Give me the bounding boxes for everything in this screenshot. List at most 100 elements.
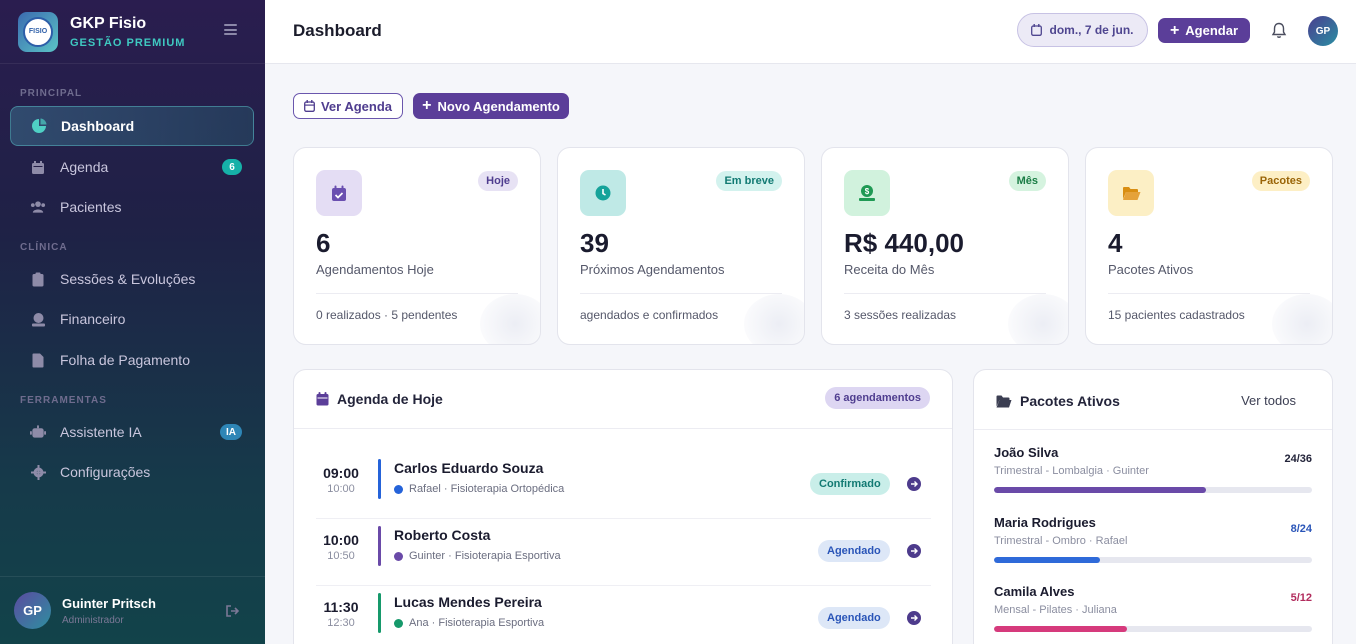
new-appointment-button[interactable]: + Novo Agendamento xyxy=(413,93,569,119)
plus-icon: + xyxy=(1169,21,1180,39)
money-icon: $ xyxy=(844,170,890,216)
view-all-link[interactable]: Ver todos xyxy=(1241,393,1296,408)
sidebar-item-configuracoes[interactable]: Configurações xyxy=(0,452,265,492)
package-item[interactable]: Camila Alves Mensal - Pilates · Juliana … xyxy=(994,584,1312,632)
patient-name: Lucas Mendes Pereira xyxy=(394,594,542,610)
package-sessions-count: 8/24 xyxy=(1290,523,1312,535)
appointment-therapist: Guinter · Fisioterapia Esportiva xyxy=(409,550,561,562)
status-badge: Agendado xyxy=(818,607,890,629)
appointment-therapist: Rafael · Fisioterapia Ortopédica xyxy=(409,483,565,495)
date-selector[interactable]: dom., 7 de jun. xyxy=(1017,13,1148,47)
clipboard-icon xyxy=(30,271,46,287)
sidebar-item-assistente-ia[interactable]: Assistente IA IA xyxy=(0,412,265,452)
package-sessions-count: 24/36 xyxy=(1284,453,1312,465)
brand-subtitle: GESTÃO PREMIUM xyxy=(70,36,186,49)
agendar-label: Agendar xyxy=(1185,23,1239,38)
menu-toggle-icon[interactable] xyxy=(224,24,237,35)
sidebar-item-sessoes[interactable]: Sessões & Evoluções xyxy=(0,259,265,299)
chart-pie-icon xyxy=(31,118,47,134)
sidebar-item-financeiro[interactable]: Financeiro xyxy=(0,299,265,339)
sidebar-item-label: Assistente IA xyxy=(60,424,142,440)
section-label-clinica: CLÍNICA xyxy=(20,242,68,253)
money-bill-icon xyxy=(30,311,46,327)
stat-card-packages[interactable]: Pacotes 4 Pacotes Ativos 15 pacientes ca… xyxy=(1085,147,1333,345)
appointments-count-badge: 6 agendamentos xyxy=(825,387,930,409)
users-icon xyxy=(30,199,46,215)
stat-value: R$ 440,00 xyxy=(844,228,964,258)
arrow-right-icon[interactable] xyxy=(907,611,921,625)
header-avatar[interactable]: GP xyxy=(1308,16,1338,46)
package-patient: Maria Rodrigues xyxy=(994,515,1096,530)
status-badge: Agendado xyxy=(818,540,890,562)
view-schedule-label: Ver Agenda xyxy=(320,98,393,114)
sidebar-item-label: Sessões & Evoluções xyxy=(60,271,196,287)
appointment-row[interactable]: 11:30 12:30 Lucas Mendes Pereira Ana · F… xyxy=(316,586,931,644)
clock-icon xyxy=(580,170,626,216)
panel-title: Agenda de Hoje xyxy=(316,391,443,407)
user-name: Guinter Pritsch xyxy=(62,595,156,611)
stat-chip: Pacotes xyxy=(1251,171,1310,191)
agenda-today-panel: Agenda de Hoje 6 agendamentos 09:00 10:0… xyxy=(293,369,953,644)
robot-icon xyxy=(30,424,46,440)
sidebar-item-folha[interactable]: Folha de Pagamento xyxy=(0,340,265,380)
stat-card-revenue[interactable]: $ Mês R$ 440,00 Receita do Mês 3 sessões… xyxy=(821,147,1069,345)
panel-title: Pacotes Ativos xyxy=(996,393,1120,409)
gear-icon xyxy=(30,464,46,480)
agenda-count-badge: 6 xyxy=(222,159,242,175)
sidebar-item-dashboard[interactable]: Dashboard xyxy=(10,106,254,146)
logout-icon[interactable] xyxy=(226,604,240,622)
appointment-therapist: Ana · Fisioterapia Esportiva xyxy=(409,617,545,629)
calendar-check-icon xyxy=(316,170,362,216)
current-date: dom., 7 de jun. xyxy=(1049,23,1134,37)
page-title: Dashboard xyxy=(293,21,382,40)
appointment-end: 10:50 xyxy=(327,550,355,562)
view-schedule-button[interactable]: Ver Agenda xyxy=(293,93,403,119)
topbar: Dashboard dom., 7 de jun. + Agendar GP xyxy=(265,0,1356,64)
sidebar-item-agenda[interactable]: Agenda 6 xyxy=(0,147,265,187)
active-packages-panel: Pacotes Ativos Ver todos João Silva Trim… xyxy=(973,369,1333,644)
stat-footer: 3 sessões realizadas xyxy=(844,308,957,322)
user-profile: GP Guinter Pritsch Administrador xyxy=(0,576,265,644)
agendar-button[interactable]: + Agendar xyxy=(1158,18,1250,43)
package-item[interactable]: João Silva Trimestral - Lombalgia · Guin… xyxy=(994,445,1312,493)
calendar-icon xyxy=(304,100,315,112)
arrow-right-icon[interactable] xyxy=(907,477,921,491)
sidebar-item-label: Configurações xyxy=(60,464,151,480)
package-item[interactable]: Maria Rodrigues Trimestral - Ombro · Raf… xyxy=(994,515,1312,563)
stat-footer: 0 realizados · 5 pendentes xyxy=(316,308,458,322)
bell-icon[interactable] xyxy=(1271,22,1287,39)
sidebar-item-pacientes[interactable]: Pacientes xyxy=(0,187,265,227)
stat-card-upcoming[interactable]: Em breve 39 Próximos Agendamentos agenda… xyxy=(557,147,805,345)
package-description: Mensal - Pilates · Juliana xyxy=(994,604,1117,616)
stat-footer: agendados e confirmados xyxy=(580,308,719,322)
package-progress xyxy=(994,487,1312,493)
arrow-right-icon[interactable] xyxy=(907,544,921,558)
stat-footer: 15 pacientes cadastrados xyxy=(1108,308,1245,322)
patient-name: Carlos Eduardo Souza xyxy=(394,460,544,476)
stat-chip: Em breve xyxy=(716,171,782,191)
svg-text:$: $ xyxy=(865,187,870,196)
logo-mark: FISIO xyxy=(23,16,53,47)
new-appointment-label: Novo Agendamento xyxy=(437,98,560,114)
stat-label: Receita do Mês xyxy=(844,262,935,277)
stat-value: 39 xyxy=(580,228,609,258)
package-progress xyxy=(994,557,1312,563)
appointment-row[interactable]: 10:00 10:50 Roberto Costa Guinter · Fisi… xyxy=(316,519,931,586)
package-sessions-count: 5/12 xyxy=(1290,592,1312,604)
calendar-icon xyxy=(30,159,46,175)
package-patient: Camila Alves xyxy=(994,584,1075,599)
section-label-principal: PRINCIPAL xyxy=(20,88,83,99)
packages-title: Pacotes Ativos xyxy=(1020,393,1120,409)
package-description: Trimestral - Ombro · Rafael xyxy=(994,535,1128,547)
calendar-icon xyxy=(316,392,329,406)
package-description: Trimestral - Lombalgia · Guinter xyxy=(994,465,1149,477)
brand-logo[interactable]: FISIO xyxy=(18,11,58,52)
brand-name: GKP Fisio xyxy=(70,14,147,32)
appointment-row[interactable]: 09:00 10:00 Carlos Eduardo Souza Rafael … xyxy=(316,452,931,519)
stat-value: 6 xyxy=(316,228,331,258)
avatar[interactable]: GP xyxy=(14,592,51,629)
stat-card-today[interactable]: Hoje 6 Agendamentos Hoje 0 realizados · … xyxy=(293,147,541,345)
folder-open-icon xyxy=(996,395,1012,408)
file-invoice-icon xyxy=(30,352,46,368)
ia-badge: IA xyxy=(220,424,242,440)
